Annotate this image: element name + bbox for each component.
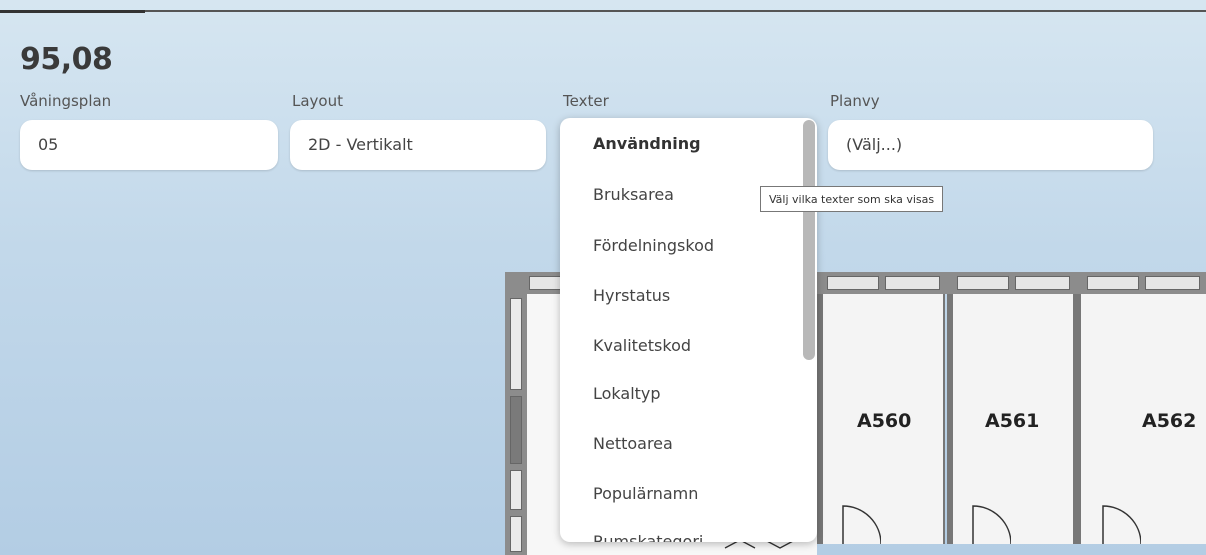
floor-select[interactable]: 05 bbox=[20, 120, 278, 170]
planview-select-value: (Välj...) bbox=[846, 135, 903, 154]
floor-label: Våningsplan bbox=[20, 92, 112, 110]
dropdown-item-kvalitetskod[interactable]: Kvalitetskod bbox=[593, 336, 691, 355]
dropdown-item-popularnamn[interactable]: Populärnamn bbox=[593, 484, 698, 503]
dropdown-item-nettoarea[interactable]: Nettoarea bbox=[593, 434, 673, 453]
texts-dropdown[interactable]: Användning Bruksarea Fördelningskod Hyrs… bbox=[560, 118, 817, 542]
window bbox=[827, 276, 879, 290]
dropdown-item-hyrstatus[interactable]: Hyrstatus bbox=[593, 286, 670, 305]
layout-select-value: 2D - Vertikalt bbox=[308, 135, 413, 154]
window bbox=[957, 276, 1009, 290]
door-icon bbox=[842, 505, 881, 544]
planview-select[interactable]: (Välj...) bbox=[828, 120, 1153, 170]
door-icon bbox=[972, 505, 1011, 544]
door-icon bbox=[1102, 505, 1141, 544]
layout-label: Layout bbox=[292, 92, 343, 110]
top-rule-accent bbox=[0, 10, 145, 13]
window bbox=[510, 470, 522, 510]
dropdown-item-rumskategori[interactable]: Rumskategori bbox=[593, 532, 703, 542]
window bbox=[510, 396, 522, 464]
dropdown-item-fordelningskod[interactable]: Fördelningskod bbox=[593, 236, 714, 255]
window bbox=[885, 276, 940, 290]
room-a561-label: A561 bbox=[985, 410, 1040, 432]
room-a562-label: A562 bbox=[1142, 410, 1197, 432]
window bbox=[1015, 276, 1070, 290]
window bbox=[510, 516, 522, 552]
dropdown-item-lokaltyp[interactable]: Lokaltyp bbox=[593, 384, 661, 403]
dropdown-scrollbar[interactable] bbox=[803, 120, 815, 360]
layout-select[interactable]: 2D - Vertikalt bbox=[290, 120, 546, 170]
area-value: 95,08 bbox=[20, 42, 113, 77]
room-a560-label: A560 bbox=[857, 410, 912, 432]
window bbox=[1145, 276, 1200, 290]
top-rule bbox=[0, 10, 1206, 12]
dropdown-item-anvandning[interactable]: Användning bbox=[593, 134, 701, 153]
window bbox=[510, 298, 522, 390]
planview-label: Planvy bbox=[830, 92, 880, 110]
window bbox=[1087, 276, 1139, 290]
floor-select-value: 05 bbox=[38, 135, 59, 154]
dropdown-item-bruksarea[interactable]: Bruksarea bbox=[593, 185, 674, 204]
texts-tooltip: Välj vilka texter som ska visas bbox=[760, 186, 944, 212]
texts-label: Texter bbox=[563, 92, 609, 110]
